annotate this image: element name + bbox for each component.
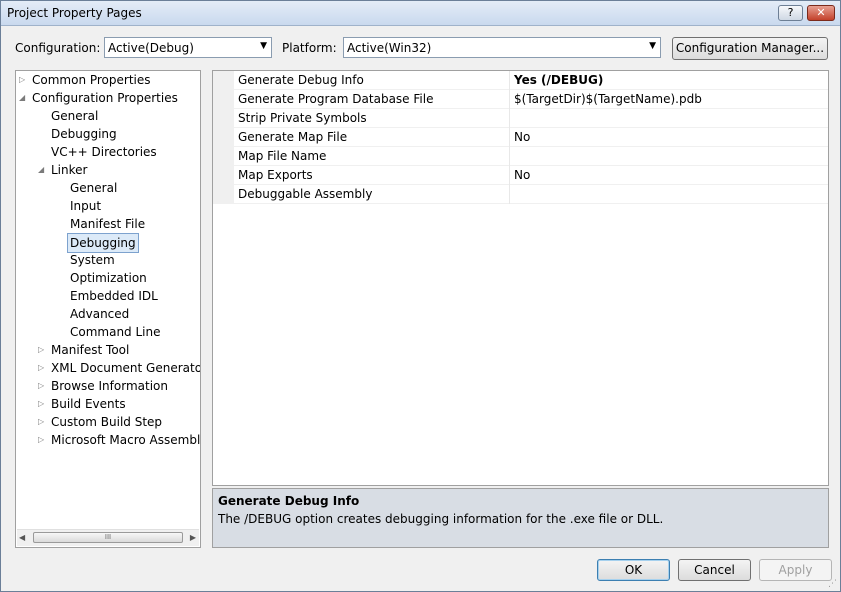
property-pages-window: Project Property Pages ? ✕ Configuration… [0,0,841,592]
platform-value: Active(Win32) [347,41,432,55]
row-gutter [213,128,234,147]
tree-item-label: Manifest Tool [51,343,130,357]
row-gutter [213,147,234,166]
title-bar: Project Property Pages ? ✕ [1,1,840,26]
platform-dropdown[interactable]: Active(Win32) ▼ [343,37,661,58]
property-row[interactable]: Strip Private Symbols [213,109,828,128]
property-name: Generate Map File [238,130,348,144]
tree-item-label: Common Properties [32,73,151,87]
property-name: Debuggable Assembly [238,187,373,201]
property-name: Generate Program Database File [238,92,434,106]
property-row[interactable]: Map File Name [213,147,828,166]
tree-item-label: General [51,109,99,123]
tree-item-label: Embedded IDL [70,289,158,303]
configuration-label: Configuration: [15,41,101,55]
tree-item-label: Advanced [70,307,130,321]
expand-arrow-icon[interactable]: ▷ [38,377,48,395]
row-gutter [213,90,234,109]
tree-item-label: Linker [51,163,88,177]
tree-item-label: Microsoft Macro Assembler [51,433,201,447]
property-row[interactable]: Generate Debug Info Yes (/DEBUG) [213,71,828,90]
tree-item-label: General [70,181,118,195]
tree-item-label: Debugging [51,127,117,141]
row-gutter [213,71,234,90]
property-row[interactable]: Debuggable Assembly [213,185,828,204]
row-gutter [213,109,234,128]
property-value[interactable]: No [509,128,530,147]
help-button[interactable]: ? [778,5,803,21]
expand-arrow-icon[interactable]: ▷ [38,431,48,449]
property-row[interactable]: Generate Map File No [213,128,828,147]
property-row[interactable]: Map Exports No [213,166,828,185]
collapse-arrow-icon[interactable]: ◢ [19,89,29,107]
property-tree[interactable]: ▷ Common Properties ◢ Configuration Propert… [15,70,201,548]
expand-arrow-icon[interactable]: ▷ [19,71,29,89]
ok-button[interactable]: OK [597,559,670,581]
description-title: Generate Debug Info [218,494,360,508]
row-gutter [213,166,234,185]
property-value[interactable] [509,109,514,128]
property-value[interactable] [509,147,514,166]
tree-item-label: Configuration Properties [32,91,178,105]
close-button[interactable]: ✕ [807,5,835,21]
expand-arrow-icon[interactable]: ▷ [38,395,48,413]
property-row[interactable]: Generate Program Database File $(TargetDi… [213,90,828,109]
property-name: Map Exports [238,168,313,182]
property-grid: Generate Debug Info Yes (/DEBUG) Generate … [212,70,829,486]
configuration-value: Active(Debug) [108,41,194,55]
tree-item-label: Optimization [70,271,147,285]
tree-item-label: VC++ Directories [51,145,157,159]
platform-label: Platform: [282,41,337,55]
tree-item-label: Custom Build Step [51,415,163,429]
expand-arrow-icon[interactable]: ▷ [38,413,48,431]
expand-arrow-icon[interactable]: ▷ [38,359,48,377]
tree-item-label: Command Line [70,325,161,339]
description-panel: Generate Debug Info The /DEBUG option cr… [212,488,829,548]
configuration-manager-button[interactable]: Configuration Manager... [672,37,828,60]
tree-item-label: Build Events [51,397,126,411]
collapse-arrow-icon[interactable]: ◢ [38,161,48,179]
cancel-button[interactable]: Cancel [678,559,751,581]
property-value[interactable]: No [509,166,530,185]
tree-item-label: Browse Information [51,379,168,393]
tree-item-label: Manifest File [70,217,146,231]
chevron-down-icon: ▼ [260,41,267,51]
row-gutter [213,185,234,204]
tree-item-label: Input [70,199,102,213]
property-name: Strip Private Symbols [238,111,367,125]
description-text: The /DEBUG option creates debugging info… [218,512,664,526]
window-title: Project Property Pages [7,6,142,20]
scroll-right-icon[interactable]: ▶ [190,533,196,542]
tree-item-label: System [70,253,115,267]
property-value[interactable]: Yes (/DEBUG) [509,71,603,90]
tree-item-label: XML Document Generator [51,361,201,375]
property-value[interactable]: $(TargetDir)$(TargetName).pdb [509,90,702,109]
scroll-left-icon[interactable]: ◀ [19,533,25,542]
property-name: Map File Name [238,149,327,163]
resize-grip-icon[interactable]: ⋰ [828,579,838,589]
scroll-thumb[interactable]: III [33,532,183,543]
chevron-down-icon: ▼ [649,41,656,51]
expand-arrow-icon[interactable]: ▷ [38,341,48,359]
tree-horizontal-scrollbar[interactable]: ◀ III ▶ [17,529,199,546]
tree-item-label: Debugging [67,233,139,253]
property-value[interactable] [509,185,514,204]
configuration-dropdown[interactable]: Active(Debug) ▼ [104,37,272,58]
property-name: Generate Debug Info [238,73,364,87]
apply-button[interactable]: Apply [759,559,832,581]
